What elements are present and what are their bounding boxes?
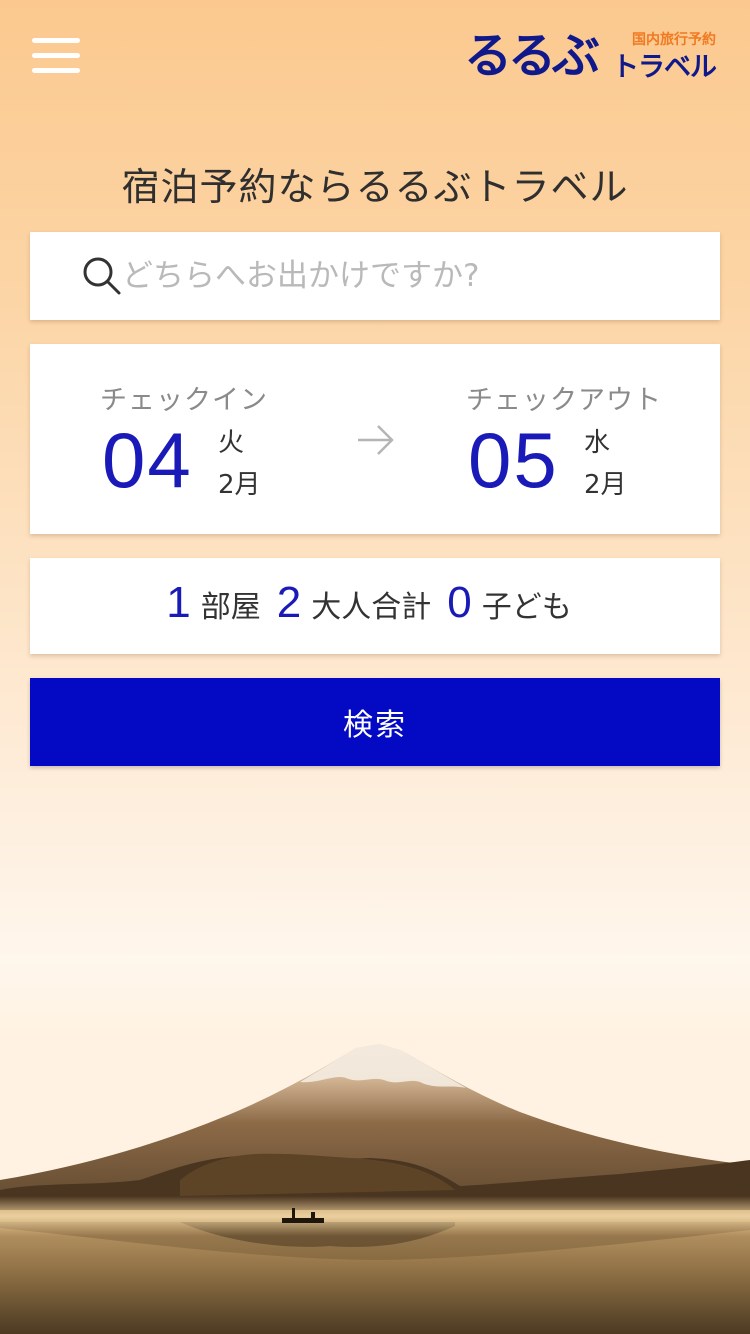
logo-sub-text: 国内旅行予約 bbox=[632, 32, 716, 48]
checkin-weekday: 火 bbox=[218, 428, 245, 458]
menu-bar bbox=[32, 53, 80, 58]
logo[interactable]: るるぶ 国内旅行予約 トラベル bbox=[464, 28, 717, 86]
checkin-day: 04 bbox=[102, 416, 193, 504]
destination-search-box[interactable] bbox=[30, 232, 720, 320]
checkin-month: 2月 bbox=[218, 470, 261, 500]
logo-main-text: るるぶ bbox=[464, 28, 600, 84]
page-title: 宿泊予約ならるるぶトラベル bbox=[121, 165, 629, 209]
checkout-date[interactable]: チェックアウト 05 水 2月 bbox=[466, 344, 706, 534]
arrow-right-icon bbox=[358, 425, 394, 455]
hero-mountain-lake-image bbox=[0, 1044, 750, 1334]
children-count: 0 bbox=[447, 578, 472, 627]
logo-travel-text: トラベル bbox=[612, 52, 717, 83]
search-button[interactable]: 検索 bbox=[30, 678, 720, 766]
checkout-day: 05 bbox=[468, 416, 559, 504]
adults-label: 大人合計 bbox=[311, 590, 432, 625]
menu-button[interactable] bbox=[32, 38, 80, 74]
destination-search-input[interactable] bbox=[122, 252, 702, 300]
rooms-count: 1 bbox=[166, 578, 191, 627]
rooms-label: 部屋 bbox=[200, 590, 261, 625]
checkout-weekday: 水 bbox=[584, 428, 611, 458]
guest-room-selector[interactable]: 1 部屋 2 大人合計 0 子ども bbox=[30, 558, 720, 654]
search-icon bbox=[83, 257, 121, 295]
checkin-date[interactable]: チェックイン 04 火 2月 bbox=[100, 344, 340, 534]
children-label: 子ども bbox=[481, 590, 572, 625]
menu-bar bbox=[32, 68, 80, 73]
adults-count: 2 bbox=[276, 578, 302, 627]
guest-summary: 1 部屋 2 大人合計 0 子ども bbox=[30, 558, 720, 654]
date-selector: チェックイン 04 火 2月 チェックアウト 05 水 2月 bbox=[30, 344, 720, 534]
menu-bar bbox=[32, 38, 80, 43]
checkout-month: 2月 bbox=[584, 470, 627, 500]
